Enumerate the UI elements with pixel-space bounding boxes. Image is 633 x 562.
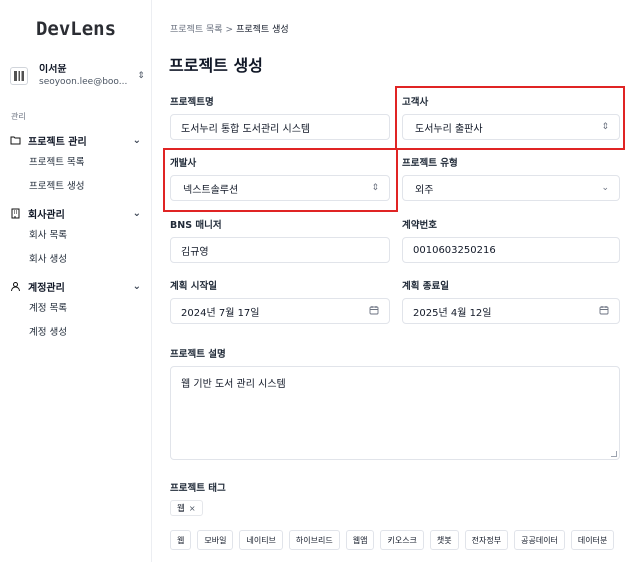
project-name-value: 도서누리 통합 도서관리 시스템 <box>181 123 311 135</box>
user-switcher[interactable]: 이서윤 seoyoon.lee@boo... ⇕ <box>10 62 146 90</box>
user-email: seoyoon.lee@boo... <box>39 77 128 87</box>
chevrons-up-down-icon: ⇕ <box>371 183 379 193</box>
contract-no-label: 계약번호 <box>402 220 437 231</box>
tag-option[interactable]: 키오스크 <box>380 530 424 550</box>
bns-manager-label: BNS 매니저 <box>170 220 222 231</box>
chevrons-up-down-icon: ⇕ <box>137 71 145 81</box>
contract-no-input[interactable]: 0010603250216 <box>402 237 620 263</box>
avatar <box>10 67 28 85</box>
folder-icon <box>9 134 22 147</box>
developer-label: 개발사 <box>170 158 197 169</box>
project-name-input[interactable]: 도서누리 통합 도서관리 시스템 <box>170 114 390 140</box>
sidebar-group-company[interactable]: 회사관리 ⌄ <box>9 205 141 221</box>
sidebar: DevLens 이서윤 seoyoon.lee@boo... ⇕ 관리 프로젝트… <box>0 0 152 562</box>
sidebar-item-project-create[interactable]: 프로젝트 생성 <box>29 180 84 194</box>
sidebar-group-project[interactable]: 프로젝트 관리 ⌄ <box>9 132 141 148</box>
project-name-label: 프로젝트명 <box>170 97 214 108</box>
bns-manager-input[interactable]: 김규영 <box>170 237 390 263</box>
app-logo[interactable]: DevLens <box>0 18 152 40</box>
main-content: 프로젝트 목록 > 프로젝트 생성 프로젝트 생성 프로젝트명 도서누리 통합 도서… <box>152 0 633 562</box>
building-icon <box>9 207 22 220</box>
sidebar-item-company-create[interactable]: 회사 생성 <box>29 253 67 267</box>
selected-tag-label: 웹 <box>177 504 185 514</box>
end-date-value: 2025년 4월 12일 <box>413 307 492 319</box>
breadcrumb-parent[interactable]: 프로젝트 목록 <box>170 25 223 35</box>
sidebar-item-account-create[interactable]: 계정 생성 <box>29 326 67 340</box>
sidebar-item-project-list[interactable]: 프로젝트 목록 <box>29 156 84 170</box>
client-select[interactable]: 도서누리 출판사 ⇕ <box>402 114 620 140</box>
tag-option[interactable]: 챗봇 <box>429 530 459 550</box>
start-date-picker[interactable]: 2024년 7월 17일 <box>170 298 390 324</box>
chevron-down-icon: ⌄ <box>132 207 141 219</box>
breadcrumb-separator: > <box>225 25 234 35</box>
project-type-select[interactable]: 외주 ⌄ <box>402 175 620 201</box>
user-name: 이서윤 <box>39 64 67 75</box>
calendar-icon <box>599 305 609 318</box>
chevron-down-icon: ⌄ <box>132 134 141 146</box>
tag-option[interactable]: 하이브리드 <box>288 530 340 550</box>
tag-option[interactable]: 웹 <box>170 530 192 550</box>
tag-option[interactable]: 네이티브 <box>239 530 283 550</box>
project-type-label: 프로젝트 유형 <box>402 158 458 169</box>
start-date-value: 2024년 7월 17일 <box>181 307 260 319</box>
tags-label: 프로젝트 태그 <box>170 483 226 494</box>
tag-option[interactable]: 데이터분 <box>570 530 615 550</box>
description-value: 웹 기반 도서 관리 시스템 <box>181 379 286 390</box>
client-label: 고객사 <box>402 97 429 108</box>
user-icon <box>9 280 22 293</box>
tag-options: 웹 모바일 네이티브 하이브리드 웹앱 키오스크 챗봇 전자정부 공공데이터 데… <box>170 530 620 552</box>
sidebar-group-label: 계정관리 <box>28 282 65 294</box>
sidebar-item-account-list[interactable]: 계정 목록 <box>29 302 67 316</box>
sidebar-group-label: 회사관리 <box>28 209 65 221</box>
page-title: 프로젝트 생성 <box>169 56 263 75</box>
chevron-down-icon: ⌄ <box>132 280 141 292</box>
chevron-down-icon: ⌄ <box>601 183 609 193</box>
sidebar-section-label: 관리 <box>11 112 26 121</box>
sidebar-group-account[interactable]: 계정관리 ⌄ <box>9 278 141 294</box>
developer-value: 넥스트솔루션 <box>183 184 239 196</box>
end-date-label: 계획 종료일 <box>402 281 450 292</box>
bns-manager-value: 김규영 <box>181 246 209 258</box>
close-icon[interactable]: × <box>189 504 196 513</box>
breadcrumb: 프로젝트 목록 > 프로젝트 생성 <box>170 22 289 35</box>
resize-handle-icon[interactable] <box>611 451 617 457</box>
tag-option[interactable]: 전자정부 <box>464 530 509 550</box>
start-date-label: 계획 시작일 <box>170 281 218 292</box>
calendar-icon <box>369 305 379 318</box>
description-label: 프로젝트 설명 <box>170 349 226 360</box>
sidebar-item-company-list[interactable]: 회사 목록 <box>29 229 67 243</box>
developer-select[interactable]: 넥스트솔루션 ⇕ <box>170 175 390 201</box>
end-date-picker[interactable]: 2025년 4월 12일 <box>402 298 620 324</box>
breadcrumb-current: 프로젝트 생성 <box>236 25 289 35</box>
project-type-value: 외주 <box>415 184 434 196</box>
tag-option[interactable]: 모바일 <box>197 530 234 550</box>
contract-no-value: 0010603250216 <box>413 244 496 256</box>
chevrons-up-down-icon: ⇕ <box>601 122 609 132</box>
tag-option[interactable]: 공공데이터 <box>514 530 565 550</box>
selected-tag: 웹 × <box>170 500 203 516</box>
tag-option[interactable]: 웹앱 <box>345 530 375 550</box>
client-value: 도서누리 출판사 <box>415 123 483 135</box>
description-textarea[interactable]: 웹 기반 도서 관리 시스템 <box>170 366 620 460</box>
sidebar-group-label: 프로젝트 관리 <box>28 136 87 148</box>
